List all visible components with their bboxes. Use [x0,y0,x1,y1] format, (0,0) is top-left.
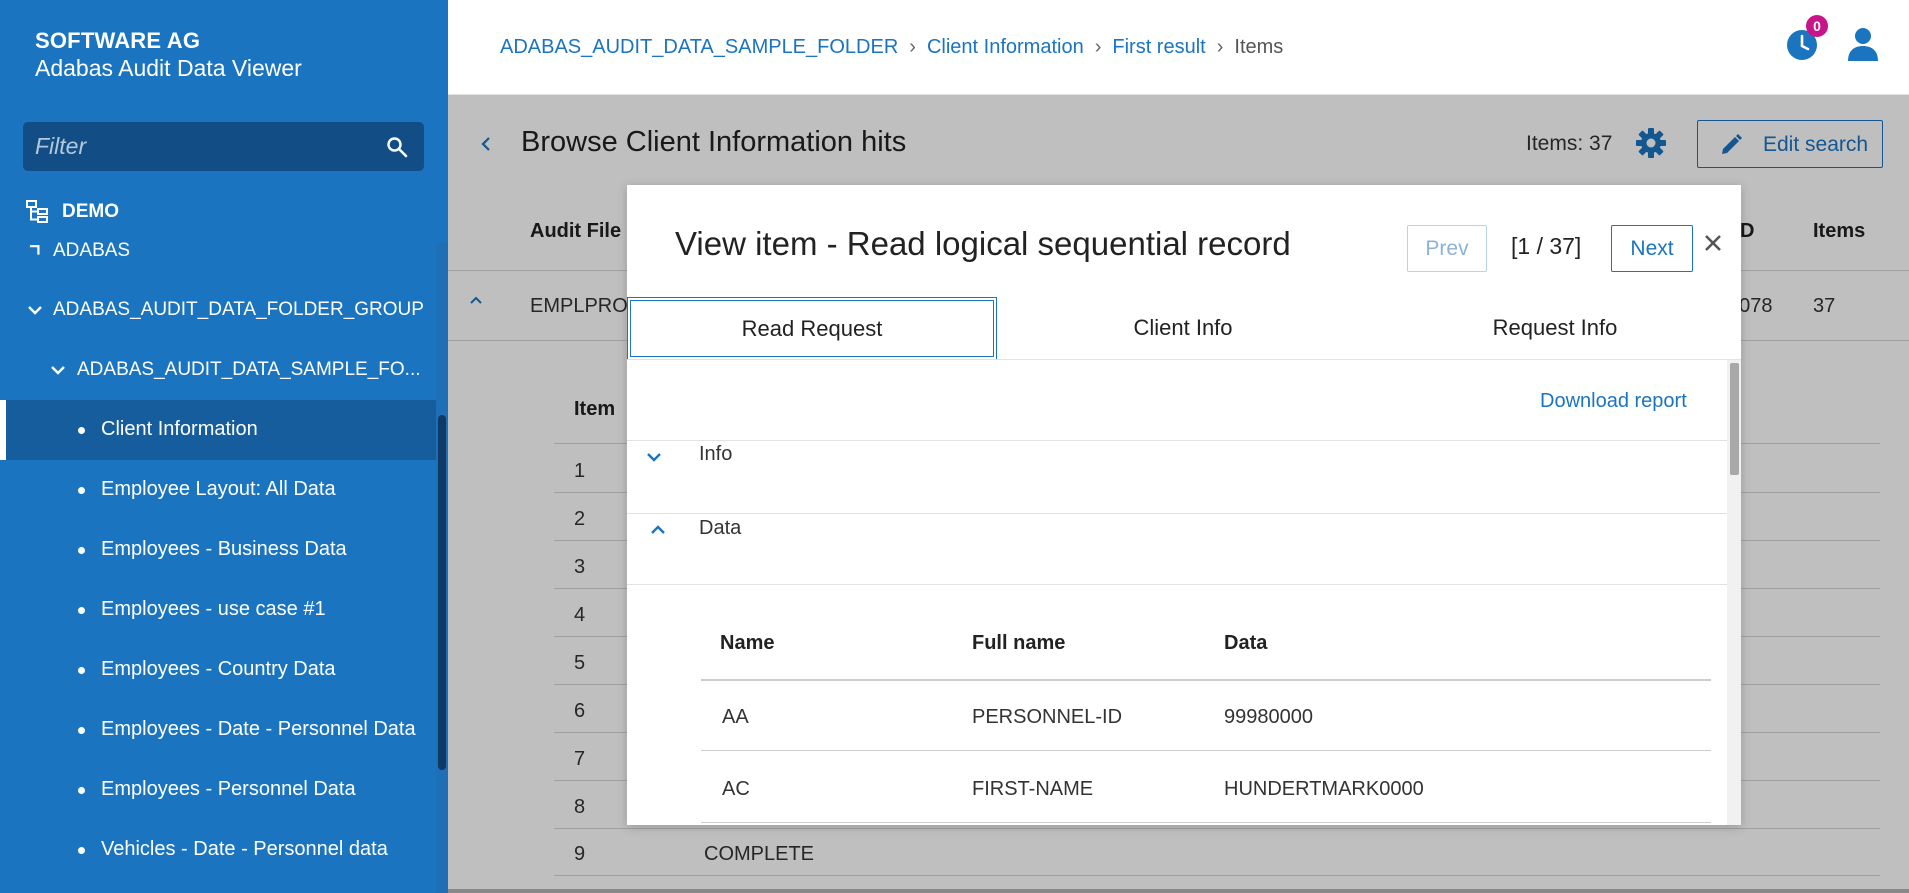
chevron-down-icon[interactable] [645,450,663,464]
brand-company: SOFTWARE AG [35,28,201,53]
sidebar-item-business-data[interactable]: Employees - Business Data [0,520,436,580]
tree-structure-icon [26,200,48,223]
sidebar-item-country-data[interactable]: Employees - Country Data [0,640,436,700]
sidebar-item-vehicles[interactable]: Vehicles - Date - Personnel data [0,820,436,880]
breadcrumb-client-information[interactable]: Client Information [927,36,1084,59]
tree-item-sample-folder[interactable]: ADABAS_AUDIT_DATA_SAMPLE_FO... [77,359,421,381]
table-cell-name: AC [722,778,750,800]
sidebar-item-label: Employees - Date - Personnel Data [101,718,416,740]
chevron-right-icon: › [1216,36,1224,58]
column-header-name[interactable]: Name [720,632,774,655]
divider [701,750,1711,751]
sidebar-item-personnel-data[interactable]: Employees - Personnel Data [0,760,436,820]
item-counter: [1 / 37] [1511,233,1582,259]
filter-box [23,122,424,171]
divider [627,359,1741,360]
chevron-up-icon[interactable] [649,523,667,537]
view-item-modal: View item - Read logical sequential reco… [627,185,1741,825]
breadcrumb-sample-folder[interactable]: ADABAS_AUDIT_DATA_SAMPLE_FOLDER [500,36,898,59]
table-cell-data: 99980000 [1224,706,1313,728]
sidebar-item-label: Employee Layout: All Data [101,478,336,500]
table-cell-data: HUNDERTMARK0000 [1224,778,1424,800]
tree-item-folder-group[interactable]: ADABAS_AUDIT_DATA_FOLDER_GROUP [53,299,424,321]
divider [701,679,1711,681]
sidebar-scrollbar-thumb[interactable] [438,415,446,770]
tree-item-adabas[interactable]: ADABAS [53,240,130,262]
sidebar-item-label: Employees - use case #1 [101,598,326,620]
bullet-icon [78,547,85,554]
sidebar-item-label: Vehicles - Date - Personnel data [101,838,388,860]
modal-scrollbar-thumb[interactable] [1730,363,1739,475]
breadcrumb-current: Items [1234,36,1284,58]
breadcrumb-first-result[interactable]: First result [1112,36,1205,59]
bullet-icon [78,787,85,794]
modal-title: View item - Read logical sequential reco… [675,225,1291,262]
sidebar-item-date-personnel[interactable]: Employees - Date - Personnel Data [0,700,436,760]
sidebar-item-client-information[interactable]: Client Information [0,400,436,460]
sidebar-item-label: Employees - Personnel Data [101,778,356,800]
sidebar: SOFTWARE AG Adabas Audit Data Viewer DEM… [0,0,448,893]
chevron-right-icon: › [909,36,916,58]
tab-read-request[interactable]: Read Request [627,297,997,360]
divider [627,584,1727,585]
sidebar-item-use-case[interactable]: Employees - use case #1 [0,580,436,640]
divider [627,440,1727,441]
bullet-icon [78,607,85,614]
bullet-icon [78,847,85,854]
divider [448,889,1909,893]
next-button[interactable]: Next [1611,225,1693,272]
bullet-icon [78,727,85,734]
user-icon[interactable] [1846,26,1880,62]
table-cell-name: AA [722,706,749,728]
divider [701,822,1711,823]
tab-client-info[interactable]: Client Info [997,297,1369,360]
sidebar-item-employee-layout[interactable]: Employee Layout: All Data [0,460,436,520]
chevron-right-icon: › [1094,36,1102,58]
close-icon[interactable] [1703,233,1723,253]
search-icon[interactable] [385,135,409,159]
notification-badge: 0 [1806,15,1828,37]
chevron-down-icon[interactable] [26,301,44,319]
section-info-header[interactable]: Info [699,443,732,466]
bullet-icon [78,427,85,434]
sidebar-item-label: Employees - Business Data [101,538,347,560]
table-cell-full-name: FIRST-NAME [972,778,1094,800]
sidebar-item-label: Employees - Country Data [101,658,336,680]
column-header-full-name[interactable]: Full name [972,632,1065,655]
prev-button[interactable]: Prev [1407,225,1487,272]
breadcrumb: ADABAS_AUDIT_DATA_SAMPLE_FOLDER › Client… [500,36,1283,59]
download-report-link[interactable]: Download report [1540,390,1687,413]
divider [627,513,1727,514]
tab-request-info[interactable]: Request Info [1369,297,1741,360]
brand-app-name: Adabas Audit Data Viewer [35,55,302,81]
table-cell-full-name: PERSONNEL-ID [972,706,1123,728]
bullet-icon [78,487,85,494]
tree-root-demo[interactable]: DEMO [62,201,119,223]
column-header-data[interactable]: Data [1224,632,1267,655]
sidebar-item-label: Client Information [101,418,258,440]
bullet-icon [78,667,85,674]
section-data-header[interactable]: Data [699,517,741,540]
top-header: ADABAS_AUDIT_DATA_SAMPLE_FOLDER › Client… [448,0,1909,95]
chevron-down-icon[interactable] [49,361,67,379]
chevron-right-icon[interactable] [28,240,46,258]
filter-input[interactable] [35,122,365,171]
